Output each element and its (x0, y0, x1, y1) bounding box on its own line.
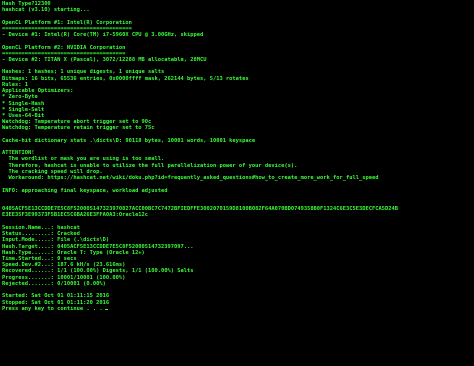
terminal-output: Hash Type?12300 hashcat (v3.10) starting.… (2, 1, 472, 312)
terminal-window[interactable]: Hash Type?12300 hashcat (v3.10) starting.… (0, 0, 474, 366)
terminal-line: Press any key to continue . . . (2, 306, 472, 312)
cursor-icon (104, 308, 108, 310)
